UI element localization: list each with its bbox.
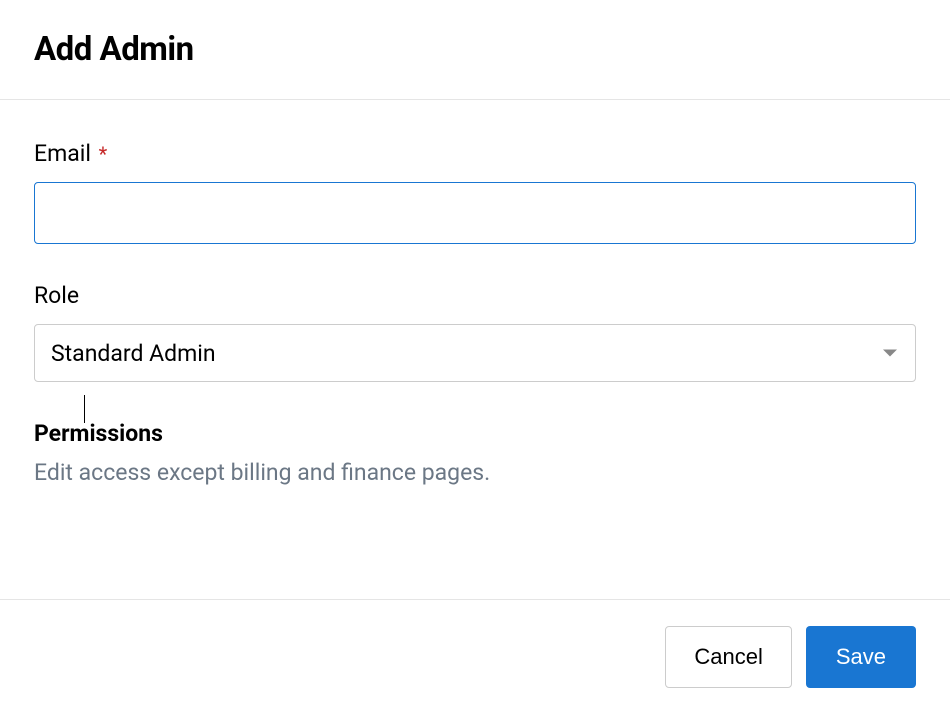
dialog-footer: Cancel Save [0,599,950,712]
role-select-wrapper: Standard Admin [34,324,916,382]
save-button[interactable]: Save [806,626,916,688]
permissions-heading: Permissions [34,420,916,447]
email-group: Email * [34,140,916,244]
email-label: Email * [34,140,916,167]
email-label-text: Email [34,140,91,167]
permissions-group: Permissions Edit access except billing a… [34,420,916,486]
email-field[interactable] [34,182,916,244]
required-asterisk: * [99,142,108,166]
role-selected-value: Standard Admin [51,340,216,367]
dialog-header: Add Admin [0,0,950,100]
permissions-description: Edit access except billing and finance p… [34,459,916,486]
role-group: Role Standard Admin [34,282,916,382]
role-select[interactable]: Standard Admin [34,324,916,382]
text-cursor [84,395,85,423]
cancel-button[interactable]: Cancel [665,626,791,688]
role-label: Role [34,282,916,309]
page-title: Add Admin [34,30,916,69]
form-body: Email * Role Standard Admin Permissions … [0,100,950,544]
